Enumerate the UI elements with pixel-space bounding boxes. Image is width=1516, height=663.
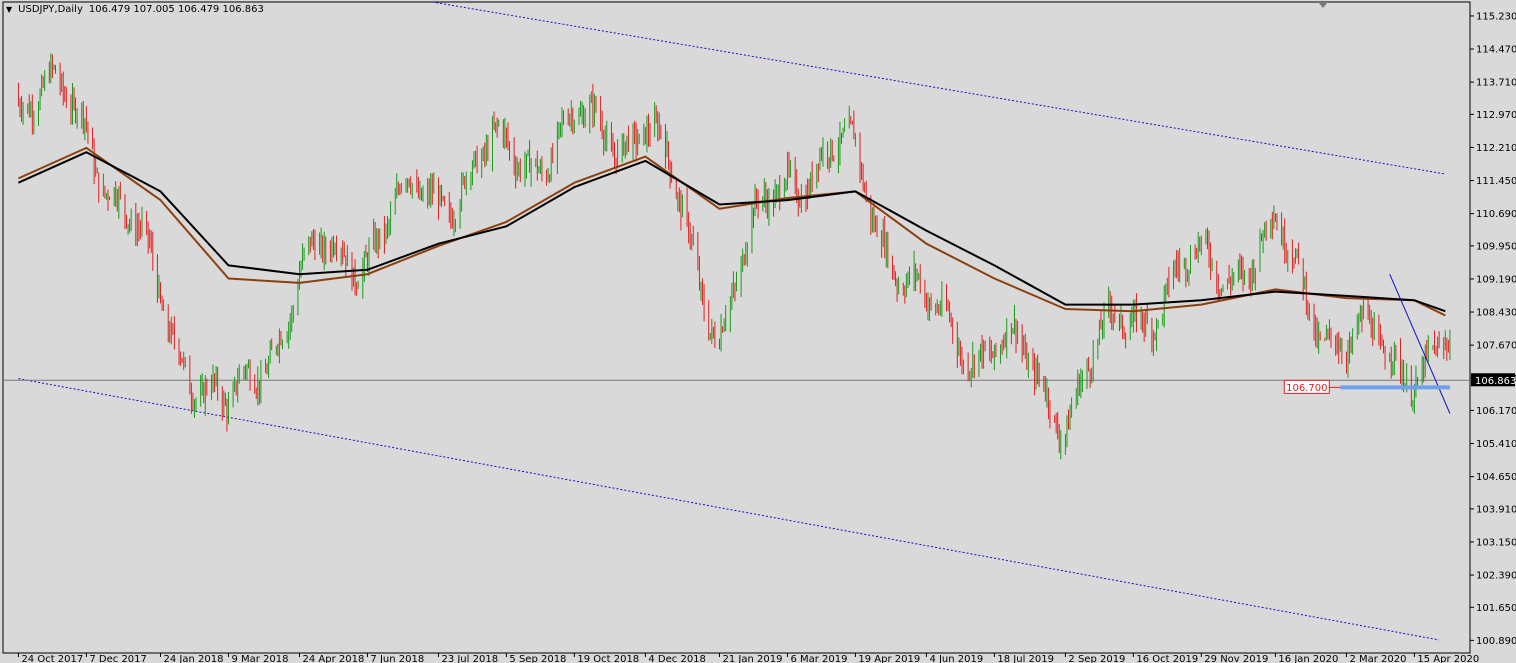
candles <box>17 53 1451 460</box>
y-tick-label: 108.430 <box>1476 308 1516 319</box>
x-tick-label: 15 Apr 2020 <box>1417 654 1479 663</box>
current-price-label: 106.863 <box>1475 376 1516 387</box>
x-tick-label: 24 Jan 2018 <box>164 654 224 663</box>
x-tick-label: 21 Jan 2019 <box>723 654 783 663</box>
y-tick-label: 103.910 <box>1476 504 1516 515</box>
y-tick-label: 115.230 <box>1476 11 1516 22</box>
x-tick-label: 6 Mar 2019 <box>790 654 847 663</box>
price-chart[interactable]: 106.700 115.230 114.470 113.710 112.970 112.2… <box>0 0 1516 663</box>
x-tick-label: 2 Sep 2019 <box>1068 654 1125 663</box>
y-tick-label: 112.210 <box>1476 143 1516 154</box>
x-tick-label: 29 Nov 2019 <box>1204 654 1268 663</box>
y-tick-label: 114.470 <box>1476 45 1516 56</box>
x-tick-label: 18 Jul 2019 <box>997 654 1054 663</box>
lower-channel-line <box>18 378 1440 641</box>
y-tick-label: 104.650 <box>1476 472 1516 483</box>
plot-area: 106.700 <box>3 2 1470 641</box>
x-tick-label: 7 Dec 2017 <box>89 654 147 663</box>
shift-marker-icon <box>1318 2 1328 8</box>
x-tick-label: 9 Mar 2018 <box>231 654 288 663</box>
down-trend-line <box>1389 273 1451 414</box>
y-tick-label: 100.890 <box>1476 636 1516 647</box>
y-tick-label: 109.950 <box>1476 241 1516 252</box>
y-tick-label: 109.190 <box>1476 274 1516 285</box>
x-tick-label: 19 Apr 2019 <box>858 654 920 663</box>
x-tick-label: 7 Jun 2018 <box>370 654 424 663</box>
y-tick-label: 111.450 <box>1476 176 1516 187</box>
y-tick-label: 107.670 <box>1476 341 1516 352</box>
y-tick-label: 110.690 <box>1476 209 1516 220</box>
y-tick-label: 113.710 <box>1476 78 1516 89</box>
y-tick-label: 101.650 <box>1476 603 1516 614</box>
x-tick-label: 16 Oct 2019 <box>1136 654 1198 663</box>
y-tick-label: 112.970 <box>1476 110 1516 121</box>
x-tick-label: 16 Jan 2020 <box>1278 654 1338 663</box>
y-tick-label: 102.390 <box>1476 571 1516 582</box>
y-tick-label: 103.150 <box>1476 537 1516 548</box>
x-tick-label: 23 Jul 2018 <box>441 654 498 663</box>
y-tick-label: 105.410 <box>1476 439 1516 450</box>
level-label-text: 106.700 <box>1286 383 1327 394</box>
upper-channel-line <box>432 2 1446 175</box>
x-tick-label: 24 Apr 2018 <box>302 654 364 663</box>
y-tick-label: 106.170 <box>1476 406 1516 417</box>
x-tick-label: 24 Oct 2017 <box>21 654 83 663</box>
plot-frame <box>2 1 1471 654</box>
x-tick-label: 19 Oct 2018 <box>577 654 639 663</box>
x-tick-label: 4 Dec 2018 <box>648 654 706 663</box>
x-tick-label: 2 Mar 2020 <box>1349 654 1406 663</box>
x-tick-label: 5 Sep 2018 <box>509 654 566 663</box>
x-tick-label: 4 Jun 2019 <box>929 654 983 663</box>
